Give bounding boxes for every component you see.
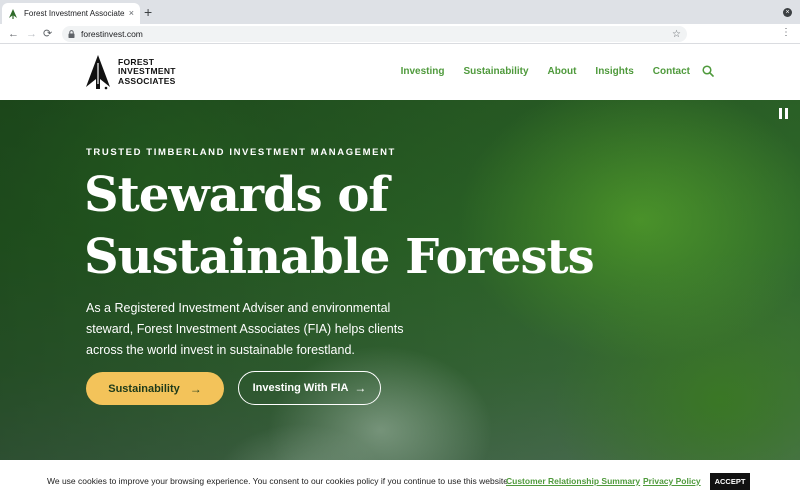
reload-icon[interactable]: ⟳ [43,27,52,41]
profile-icon[interactable]: × [783,8,792,17]
sustainability-button[interactable]: Sustainability → [86,372,224,405]
investing-button-label: Investing With FIA [252,382,349,394]
search-icon[interactable] [702,65,714,77]
nav-about[interactable]: About [548,66,577,77]
nav-sustainability[interactable]: Sustainability [464,66,529,77]
nav-investing[interactable]: Investing [401,66,445,77]
nav-insights[interactable]: Insights [595,66,633,77]
accept-cookies-button[interactable]: ACCEPT [710,473,750,490]
hero-headline: Stewards of Sustainable Forests [84,164,644,288]
tab-title: Forest Investment Associates [24,9,125,18]
lock-icon [68,30,75,38]
cookie-message: We use cookies to improve your browsing … [47,476,511,486]
hero-intro: As a Registered Investment Adviser and e… [86,301,404,357]
customer-relationship-summary-link[interactable]: Customer Relationship Summary [506,476,640,486]
site-logo[interactable]: FOREST INVESTMENT ASSOCIATES [84,54,176,90]
headline-line-1: Stewards of [84,167,389,223]
logo-tree-icon [84,54,112,90]
headline-line-2: Sustainable Forests [84,229,595,285]
logo-wordmark: FOREST INVESTMENT ASSOCIATES [118,57,176,87]
hero-eyebrow: TRUSTED TIMBERLAND INVESTMENT MANAGEMENT [86,147,396,158]
browser-tab-bar: Forest Investment Associates × + × [0,0,800,24]
site-header: FOREST INVESTMENT ASSOCIATES Investing S… [0,45,800,100]
sustainability-button-label: Sustainability [108,382,180,395]
back-icon[interactable]: ← [8,27,19,41]
favicon-icon [8,8,18,19]
hero-section: TRUSTED TIMBERLAND INVESTMENT MANAGEMENT… [0,100,800,460]
address-bar[interactable]: forestinvest.com ☆ [62,26,687,42]
arrow-right-icon: → [354,381,367,395]
arrow-right-icon: → [189,381,202,396]
browser-menu-icon[interactable]: ⋮ [781,28,791,38]
url-text: forestinvest.com [81,29,143,39]
bookmark-star-icon[interactable]: ☆ [672,29,681,40]
main-nav: Investing Sustainability About Insights … [382,65,714,77]
logo-line-3: ASSOCIATES [118,75,176,86]
privacy-policy-link[interactable]: Privacy Policy [643,476,701,486]
nav-contact[interactable]: Contact [653,66,690,77]
profile-glyph: × [785,9,790,16]
forward-icon[interactable]: → [26,27,37,41]
close-tab-icon[interactable]: × [129,9,134,18]
cookie-banner: We use cookies to improve your browsing … [0,462,800,500]
browser-tab[interactable]: Forest Investment Associates × [2,3,140,24]
pause-icon[interactable] [779,108,788,119]
investing-with-fia-button[interactable]: Investing With FIA → [238,371,381,405]
browser-toolbar: ← → ⟳ forestinvest.com ☆ ⋮ [0,24,800,44]
new-tab-icon[interactable]: + [144,5,152,19]
